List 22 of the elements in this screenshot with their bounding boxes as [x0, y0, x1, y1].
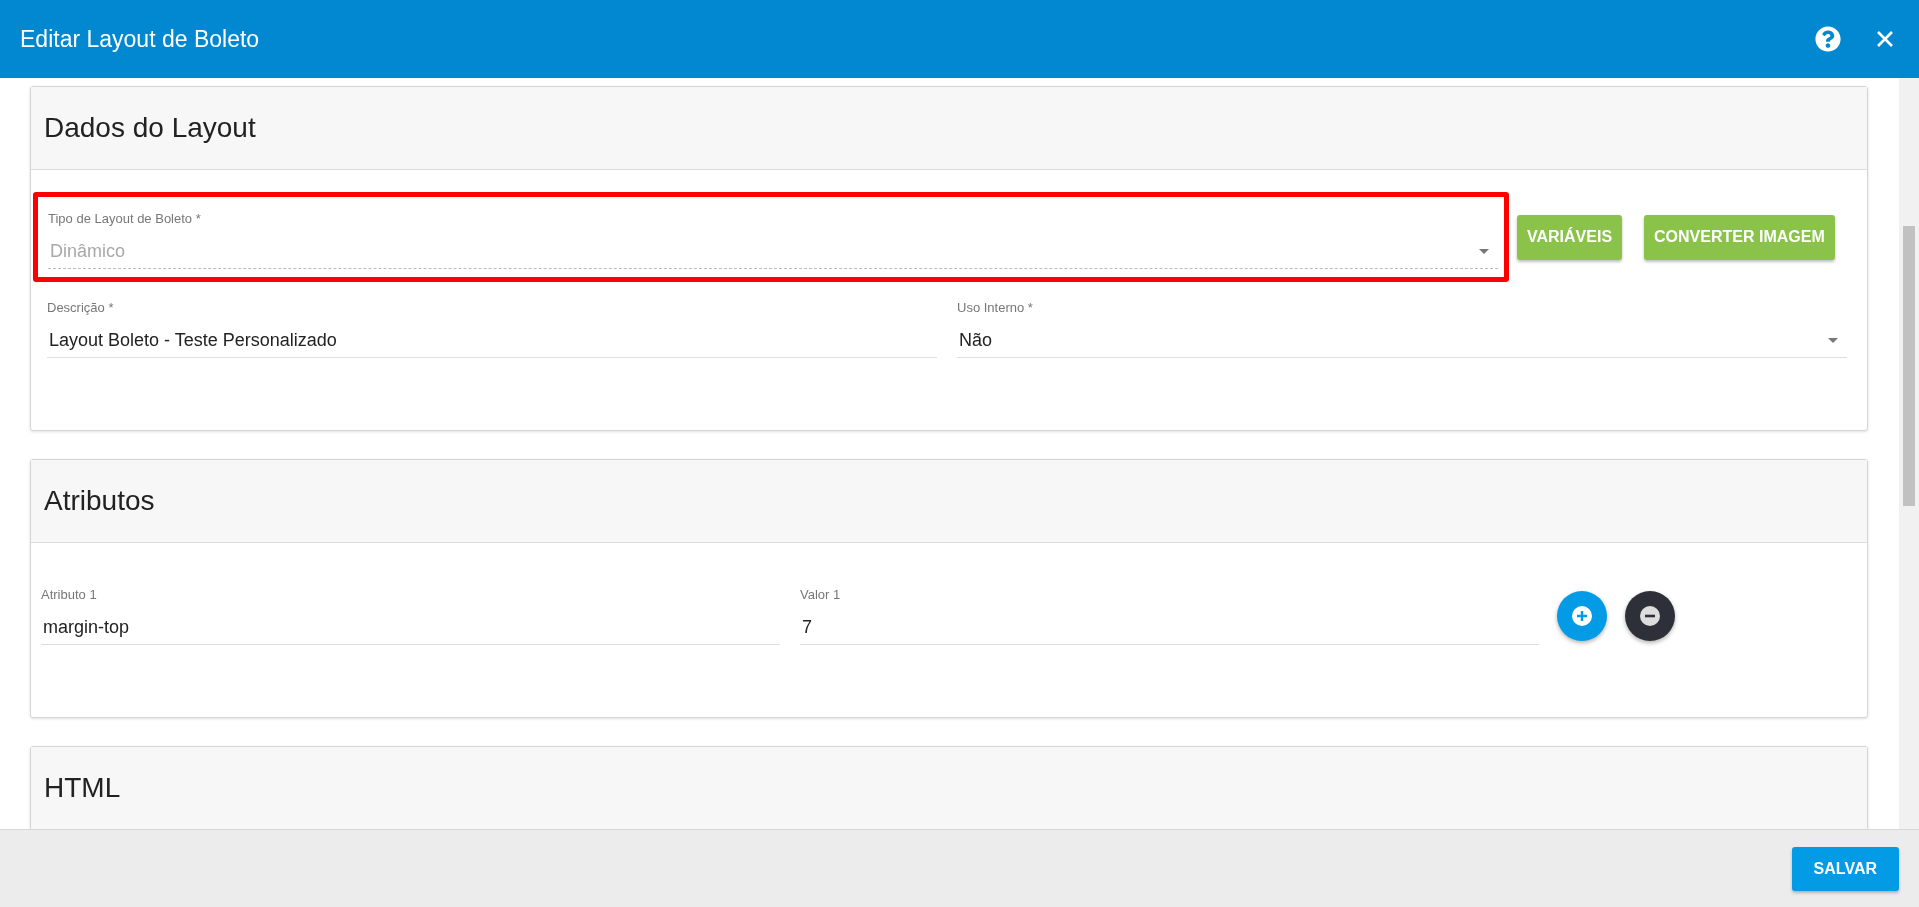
input-field[interactable]: Layout Boleto - Teste Personalizado	[47, 323, 937, 358]
field-label: Valor 1	[800, 587, 842, 602]
field-label: Descrição *	[47, 300, 115, 315]
scrollbar[interactable]	[1899, 78, 1919, 829]
minus-icon	[1639, 605, 1661, 627]
field-label: Atributo 1	[41, 587, 98, 602]
card-title: HTML	[44, 772, 121, 804]
add-button[interactable]	[1557, 591, 1607, 641]
input-field[interactable]: margin-top	[41, 610, 780, 645]
close-icon[interactable]	[1875, 29, 1895, 49]
remove-button[interactable]	[1625, 591, 1675, 641]
help-icon[interactable]	[1815, 26, 1841, 52]
caret-icon	[1827, 336, 1839, 344]
card-title: Atributos	[44, 485, 155, 517]
plus-icon	[1571, 605, 1593, 627]
window-title: Editar Layout de Boleto	[20, 25, 261, 53]
input-field[interactable]: 7	[800, 610, 1539, 645]
caret-icon	[1478, 247, 1490, 255]
field-label: Uso Interno *	[957, 300, 1034, 315]
card-title: Dados do Layout	[44, 112, 256, 144]
select-field[interactable]: Não	[957, 323, 1847, 358]
field-label: Tipo de Layout de Boleto *	[48, 211, 202, 226]
